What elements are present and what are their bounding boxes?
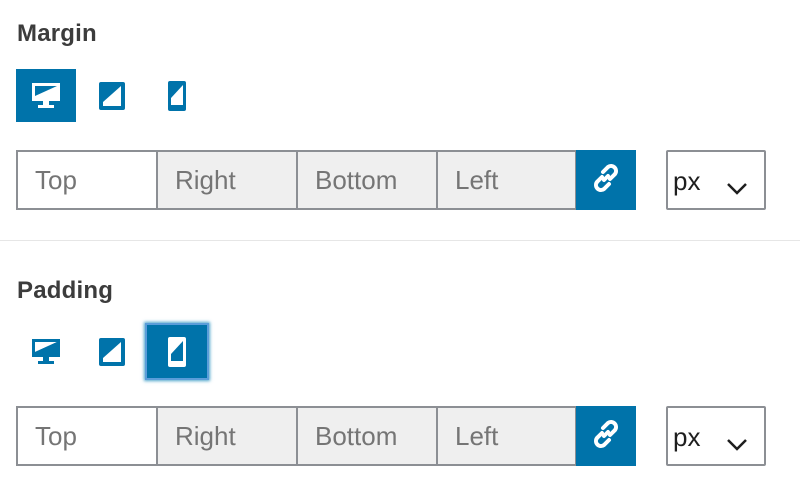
padding-desktop-button[interactable]	[16, 325, 76, 378]
padding-tablet-button[interactable]	[82, 325, 142, 378]
padding-section: Padding Top Right Bottom Left px	[0, 241, 800, 486]
desktop-icon	[30, 336, 62, 368]
padding-bottom-field[interactable]: Bottom	[296, 406, 437, 466]
tablet-icon	[96, 336, 128, 368]
padding-unit-select[interactable]: px	[666, 406, 766, 466]
margin-bottom-field[interactable]: Bottom	[296, 150, 437, 210]
desktop-icon	[30, 80, 62, 112]
padding-title: Padding	[17, 277, 114, 304]
margin-unit-value: px	[673, 166, 701, 196]
mobile-icon	[161, 336, 193, 368]
padding-mobile-button[interactable]	[147, 325, 207, 378]
chevron-down-icon	[726, 428, 748, 459]
margin-desktop-button[interactable]	[16, 69, 76, 122]
margin-inputs: Top Right Bottom Left px	[16, 150, 766, 210]
link-icon	[588, 160, 624, 201]
mobile-icon	[161, 80, 193, 112]
margin-link-button[interactable]	[576, 150, 636, 210]
margin-left-field[interactable]: Left	[436, 150, 577, 210]
margin-section: Margin Top Right Bottom Left px	[0, 0, 800, 240]
margin-top-field[interactable]: Top	[16, 150, 157, 210]
padding-unit-value: px	[673, 422, 701, 452]
padding-right-field[interactable]: Right	[156, 406, 297, 466]
padding-link-button[interactable]	[576, 406, 636, 466]
margin-unit-select[interactable]: px	[666, 150, 766, 210]
padding-top-field[interactable]: Top	[16, 406, 157, 466]
link-icon	[588, 416, 624, 457]
margin-tablet-button[interactable]	[82, 69, 142, 122]
margin-mobile-button[interactable]	[147, 69, 207, 122]
padding-left-field[interactable]: Left	[436, 406, 577, 466]
tablet-icon	[96, 80, 128, 112]
margin-right-field[interactable]: Right	[156, 150, 297, 210]
chevron-down-icon	[726, 172, 748, 203]
padding-inputs: Top Right Bottom Left px	[16, 406, 766, 466]
margin-title: Margin	[17, 20, 97, 47]
